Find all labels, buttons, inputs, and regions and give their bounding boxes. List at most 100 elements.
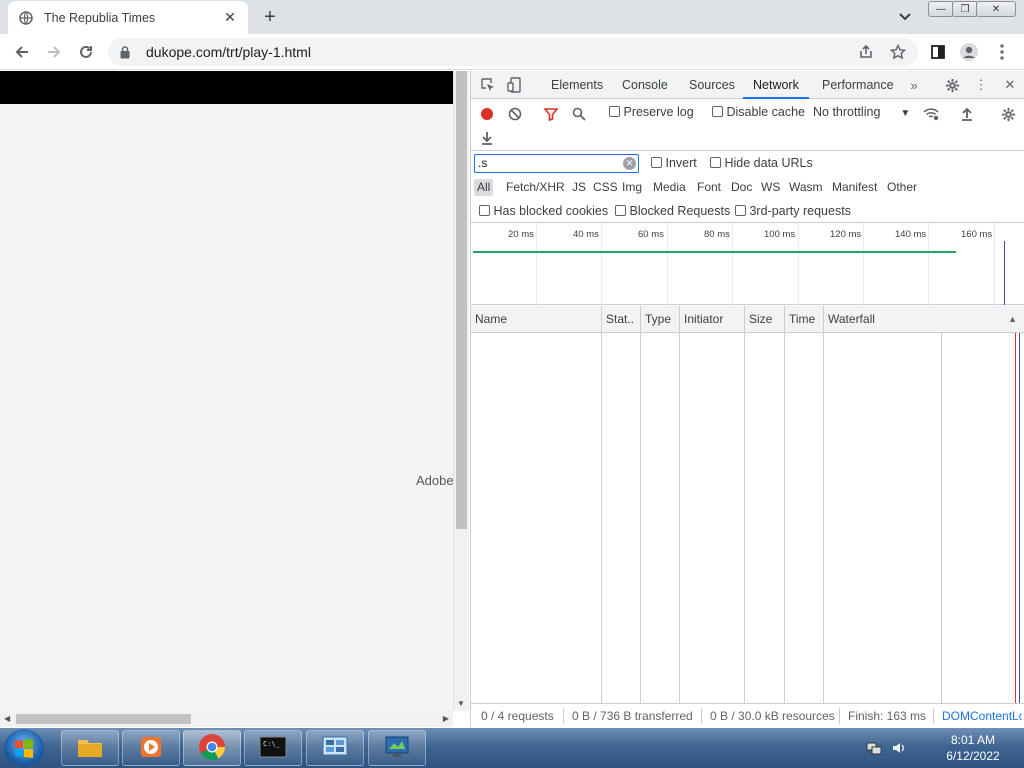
column-size[interactable]: Size: [745, 306, 785, 333]
load-progress-line: [473, 251, 956, 253]
disable-cache-checkbox[interactable]: Disable cache: [712, 105, 805, 119]
divider: [701, 708, 702, 724]
column-body: [641, 333, 680, 703]
type-doc[interactable]: Doc: [728, 179, 755, 196]
adobe-text: Adobe: [416, 473, 454, 488]
type-css[interactable]: CSS: [590, 179, 621, 196]
column-type[interactable]: Type: [641, 306, 680, 333]
windows-taskbar: C:\_ 8:01 AM 6/12/2022: [0, 728, 1024, 768]
tab-network[interactable]: Network: [743, 71, 809, 99]
taskbar-network-app[interactable]: [368, 730, 426, 766]
scroll-right-arrow-icon[interactable]: ▶: [443, 714, 449, 723]
filter-funnel-icon[interactable]: [542, 105, 560, 123]
type-ws[interactable]: WS: [758, 179, 783, 196]
maximize-button[interactable]: ❐: [952, 1, 978, 17]
third-party-requests-checkbox[interactable]: 3rd-party requests: [735, 204, 851, 218]
settings-gear-icon[interactable]: [943, 76, 961, 94]
new-tab-button[interactable]: +: [258, 6, 282, 28]
clear-icon[interactable]: [506, 105, 524, 123]
clear-filter-icon[interactable]: ✕: [623, 157, 636, 170]
start-button[interactable]: [4, 729, 44, 767]
lock-icon[interactable]: [120, 45, 136, 59]
close-tab-icon[interactable]: ✕: [222, 9, 238, 26]
requests-count: 0 / 4 requests: [481, 709, 554, 723]
tick-label: 160 ms: [961, 229, 993, 240]
taskbar-cmd[interactable]: C:\_: [244, 730, 302, 766]
device-toolbar-icon[interactable]: [505, 76, 523, 94]
record-icon[interactable]: [478, 105, 496, 123]
column-initiator[interactable]: Initiator: [680, 306, 745, 333]
share-icon[interactable]: [854, 40, 878, 64]
tick-label: 140 ms: [895, 229, 927, 240]
grid-line: [601, 223, 602, 305]
tab-elements[interactable]: Elements: [551, 71, 603, 99]
horizontal-scrollbar[interactable]: ◀ ▶: [0, 711, 453, 727]
type-all[interactable]: All: [474, 179, 494, 196]
clock-time[interactable]: 8:01 AM: [938, 733, 1008, 747]
kebab-menu-icon[interactable]: ⋮: [972, 76, 990, 94]
taskbar-chrome[interactable]: [183, 730, 241, 766]
address-bar[interactable]: dukope.com/trt/play-1.html: [108, 38, 918, 66]
back-arrow-icon[interactable]: [10, 40, 34, 64]
load-marker: [1015, 333, 1016, 703]
tab-performance[interactable]: Performance: [822, 71, 894, 99]
type-other[interactable]: Other: [884, 179, 920, 196]
side-panel-icon[interactable]: [926, 40, 950, 64]
throttling-select[interactable]: No throttling ▼: [813, 105, 910, 119]
preserve-log-checkbox[interactable]: Preserve log: [609, 105, 694, 119]
column-status[interactable]: Stat..: [602, 306, 641, 333]
network-conditions-icon[interactable]: [922, 105, 940, 123]
network-overview-timeline[interactable]: 20 ms 40 ms 60 ms 80 ms 100 ms 120 ms 14…: [471, 223, 1024, 305]
import-har-icon[interactable]: [958, 105, 976, 123]
taskbar-media-player[interactable]: [122, 730, 180, 766]
browser-tab[interactable]: The Republia Times ✕: [8, 1, 248, 34]
globe-icon: [18, 10, 34, 26]
media-player-icon: [138, 734, 164, 763]
scroll-left-arrow-icon[interactable]: ◀: [4, 714, 10, 723]
hide-data-urls-checkbox[interactable]: Hide data URLs: [710, 156, 813, 170]
close-devtools-icon[interactable]: ✕: [1001, 76, 1019, 94]
search-icon[interactable]: [570, 105, 588, 123]
scrollbar-thumb[interactable]: [16, 714, 191, 724]
type-media[interactable]: Media: [650, 179, 689, 196]
clock-date[interactable]: 6/12/2022: [938, 749, 1008, 763]
vertical-scrollbar[interactable]: ▼: [453, 71, 469, 711]
chevron-down-icon[interactable]: [896, 9, 914, 25]
sort-arrow-icon[interactable]: ▲: [1008, 314, 1017, 324]
network-settings-gear-icon[interactable]: [999, 105, 1017, 123]
taskbar-explorer[interactable]: [61, 730, 119, 766]
type-img[interactable]: Img: [619, 179, 645, 196]
kebab-menu-icon[interactable]: [990, 40, 1014, 64]
tab-sources[interactable]: Sources: [689, 71, 735, 99]
column-name[interactable]: Name: [471, 306, 602, 333]
close-window-button[interactable]: ✕: [976, 1, 1016, 17]
column-time[interactable]: Time: [785, 306, 824, 333]
scrollbar-thumb[interactable]: [456, 71, 467, 529]
bookmark-star-icon[interactable]: [886, 40, 910, 64]
export-har-icon[interactable]: [478, 129, 496, 147]
profile-avatar-icon[interactable]: [957, 40, 981, 64]
type-js[interactable]: JS: [569, 179, 589, 196]
column-waterfall[interactable]: Waterfall: [824, 306, 1024, 333]
more-tabs-icon[interactable]: »: [905, 76, 923, 94]
tab-console[interactable]: Console: [622, 71, 668, 99]
has-blocked-cookies-checkbox[interactable]: Has blocked cookies: [479, 204, 608, 218]
invert-checkbox[interactable]: Invert: [651, 156, 697, 170]
type-font[interactable]: Font: [694, 179, 724, 196]
taskbar-control-panel[interactable]: [306, 730, 364, 766]
forward-arrow-icon[interactable]: [42, 40, 66, 64]
reload-icon[interactable]: [74, 40, 98, 64]
volume-tray-icon[interactable]: [891, 740, 907, 759]
type-fetch-xhr[interactable]: Fetch/XHR: [503, 179, 568, 196]
network-tray-icon[interactable]: [866, 740, 882, 759]
type-manifest[interactable]: Manifest: [829, 179, 880, 196]
inspect-element-icon[interactable]: [479, 76, 497, 94]
dropdown-arrow-icon: ▼: [900, 108, 911, 119]
control-panel-icon: [321, 735, 349, 762]
scroll-down-arrow-icon[interactable]: ▼: [457, 699, 465, 708]
column-body: [602, 333, 641, 703]
minimize-button[interactable]: —: [928, 1, 954, 17]
filter-input[interactable]: .s: [474, 154, 639, 173]
blocked-requests-checkbox[interactable]: Blocked Requests: [615, 204, 730, 218]
type-wasm[interactable]: Wasm: [786, 179, 826, 196]
